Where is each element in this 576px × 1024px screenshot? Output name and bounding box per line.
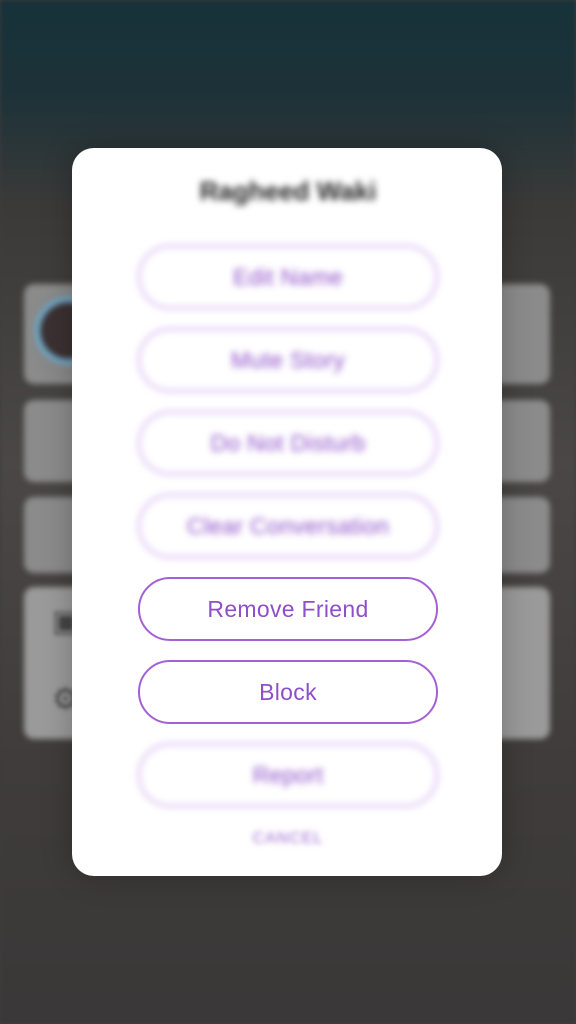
- mute-story-button[interactable]: Mute Story: [138, 328, 438, 392]
- remove-friend-button[interactable]: Remove Friend: [138, 577, 438, 641]
- clear-conversation-button[interactable]: Clear Conversation: [138, 494, 438, 558]
- cancel-button[interactable]: CANCEL: [0, 830, 576, 848]
- dialog-title: Ragheed Waki: [199, 176, 377, 206]
- do-not-disturb-button[interactable]: Do Not Disturb: [138, 411, 438, 475]
- report-button[interactable]: Report: [138, 743, 438, 807]
- block-button[interactable]: Block: [138, 660, 438, 724]
- edit-name-button[interactable]: Edit Name: [138, 245, 438, 309]
